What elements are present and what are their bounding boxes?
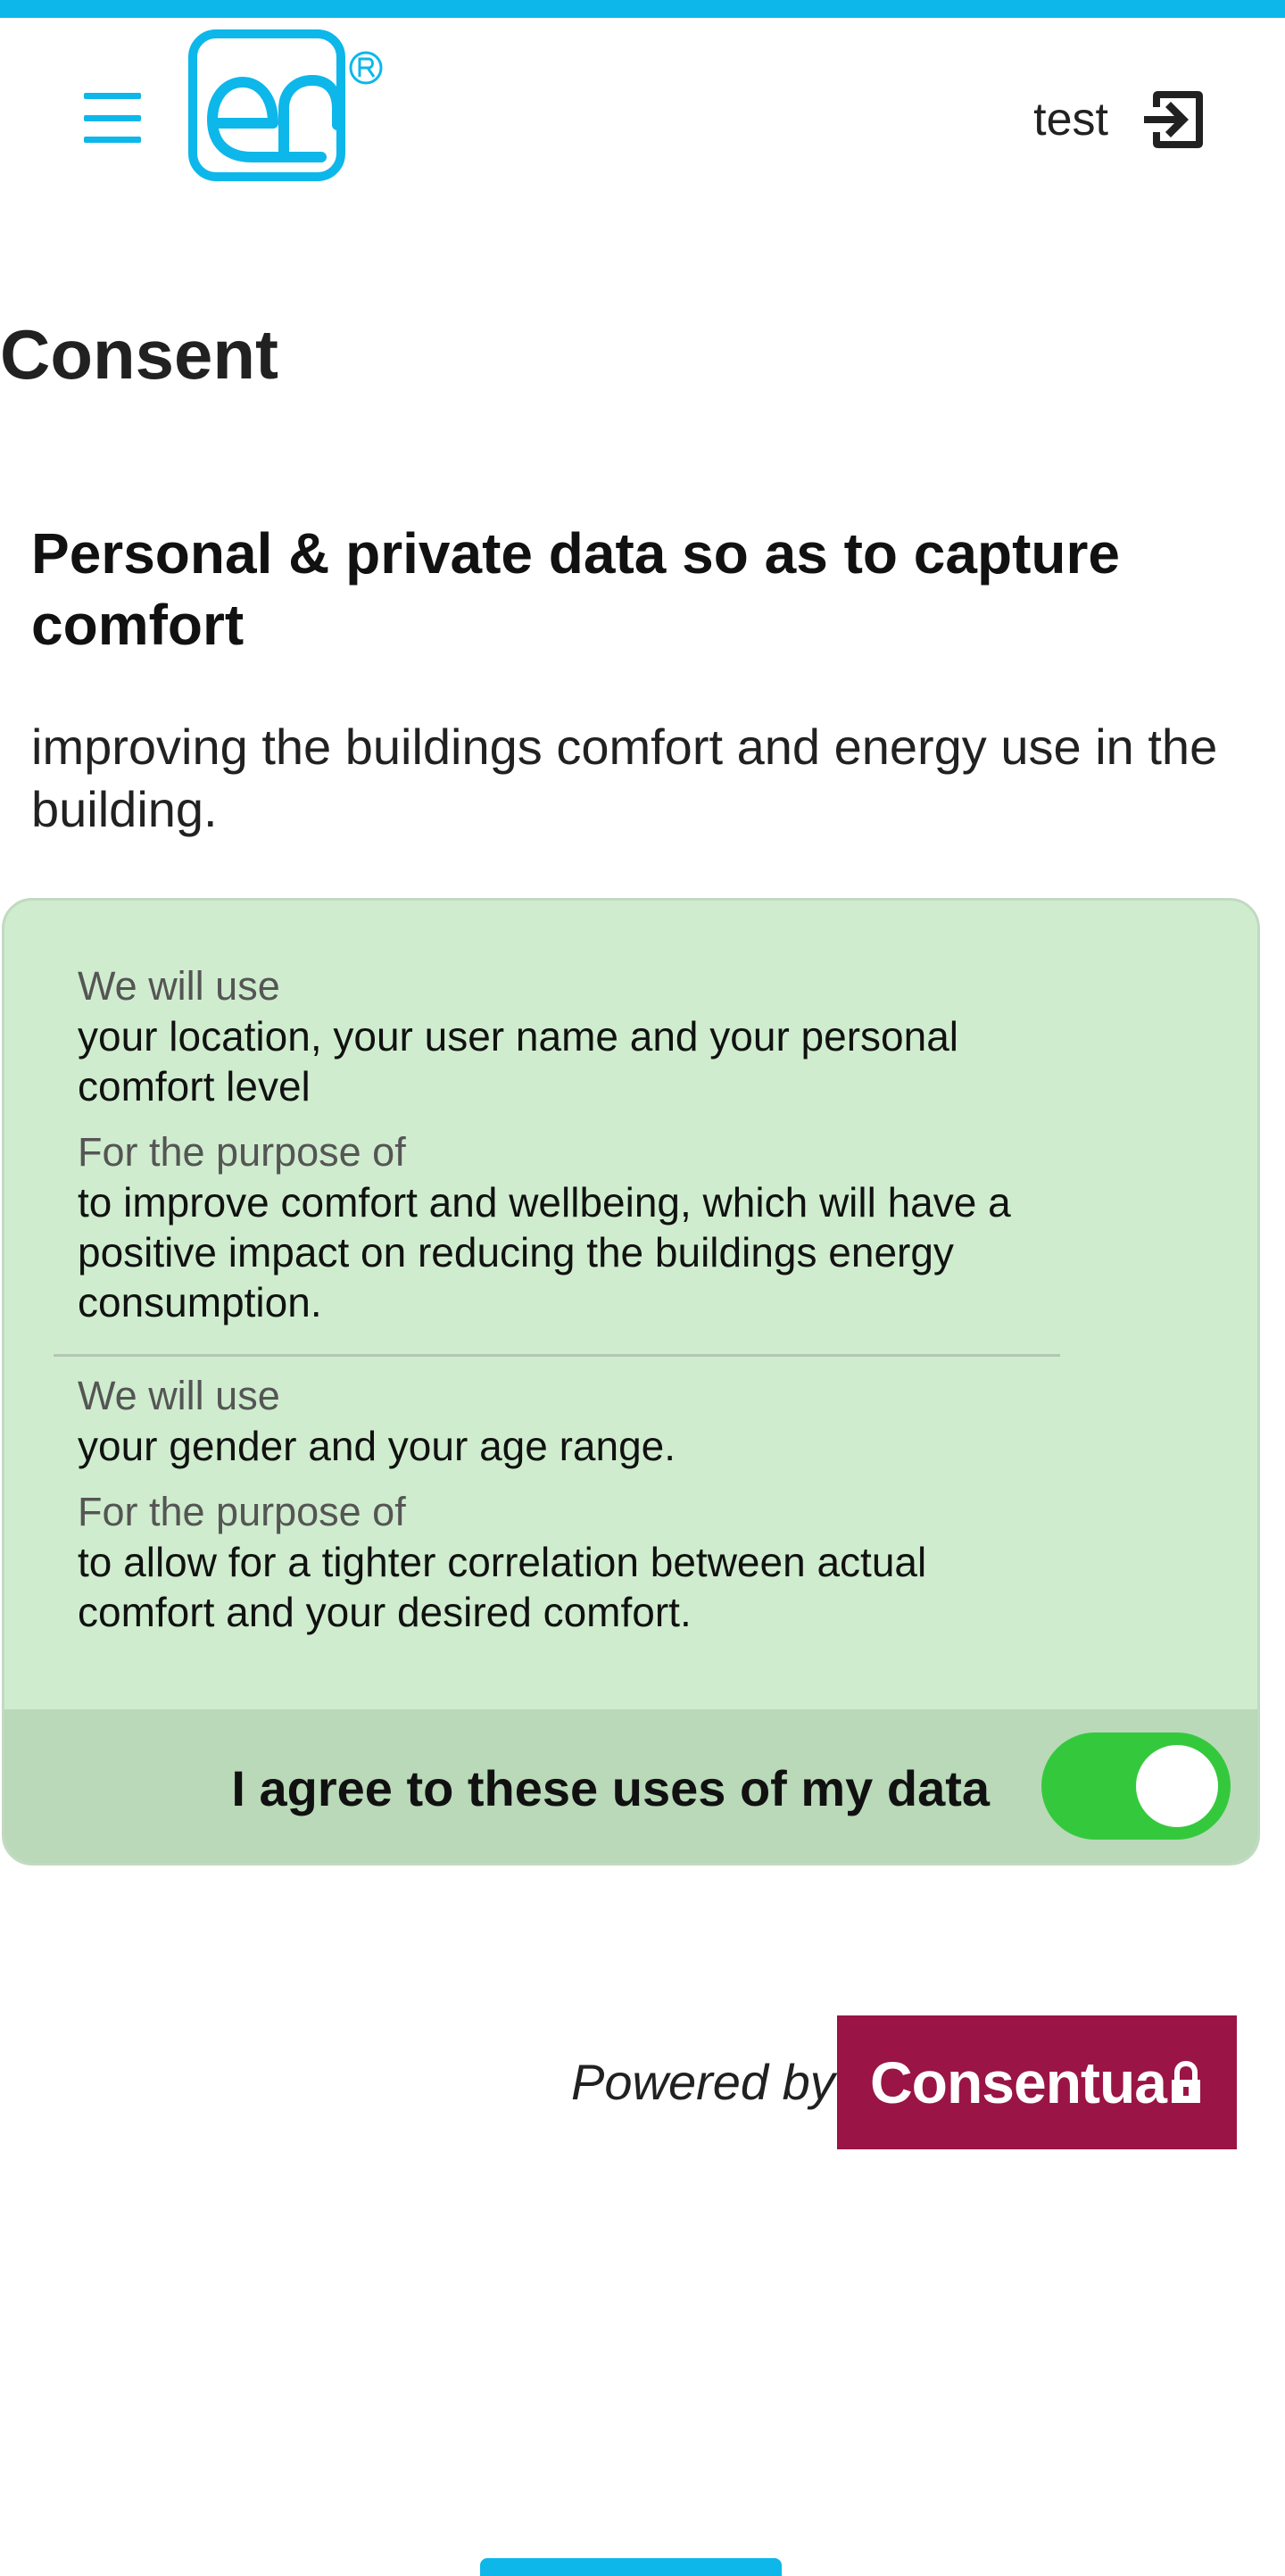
lock-icon [1172,2060,1201,2103]
hamburger-menu-icon [84,93,141,99]
menu-button[interactable] [79,93,146,143]
purpose-value: to allow for a tighter correlation betwe… [78,1539,927,1635]
consent-description: improving the buildings comfort and ener… [31,719,1218,837]
purpose-label: For the purpose of [78,1489,406,1534]
purpose-label: For the purpose of [78,1129,406,1175]
divider [54,1354,1060,1357]
brand-name: Consentua [869,2049,1167,2115]
logout-icon[interactable] [1140,86,1208,154]
use-label: We will use [78,1373,280,1418]
agree-bar: I agree to these uses of my data [4,1709,1257,1863]
consent-card: We will use your location, your user nam… [2,898,1260,1866]
consentua-logo[interactable]: Consentua [837,2015,1237,2149]
data-use-item: We will use your location, your user nam… [78,961,1059,1327]
agree-label: I agree to these uses of my data [231,1760,990,1816]
consent-title: Personal & private data so as to capture… [31,521,1120,657]
data-use-item: We will use your gender and your age ran… [78,1371,1059,1637]
purpose-value: to improve comfort and wellbeing, which … [78,1179,1011,1325]
use-value: your gender and your age range. [78,1423,676,1469]
app-logo [188,29,383,181]
page-title: Consent [0,315,278,394]
bottom-tab-indicator[interactable] [480,2558,782,2576]
user-area: test [1033,84,1208,155]
use-value: your location, your user name and your p… [78,1013,959,1109]
use-label: We will use [78,963,280,1009]
toggle-knob [1136,1745,1218,1827]
top-accent-bar [0,0,1285,18]
user-name: test [1033,94,1108,145]
agree-toggle[interactable] [1041,1733,1231,1840]
powered-by-label: Powered by [571,2054,835,2110]
